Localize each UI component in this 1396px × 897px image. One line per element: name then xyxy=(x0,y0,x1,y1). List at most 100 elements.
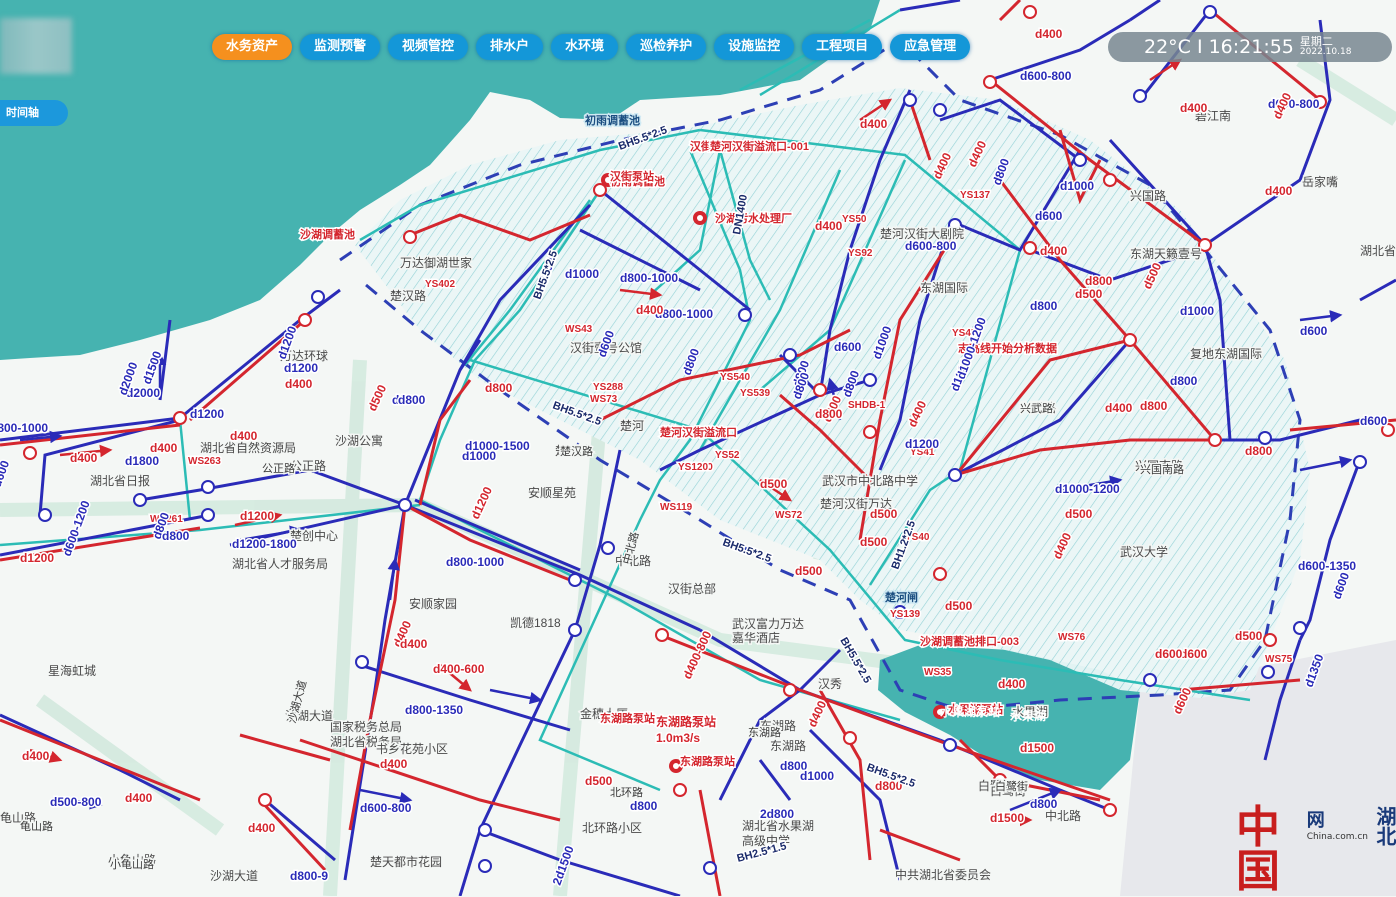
temperature: 22°C xyxy=(1144,36,1191,58)
timeline-button[interactable]: 时间轴 xyxy=(0,100,68,126)
nav-button-4[interactable]: 水环境 xyxy=(551,34,619,60)
blue-pipe-label: d1200 xyxy=(284,361,318,375)
nav-button-0[interactable]: 水务资产 xyxy=(212,34,293,60)
red-pipe-label: d500 xyxy=(1065,507,1093,521)
china-com-cn-watermark: 中国 网 China.com.cn 湖北 xyxy=(1236,806,1396,894)
street-label: 白鹭街 xyxy=(995,779,1028,793)
red-pipe-label: d400 xyxy=(860,117,888,131)
blue-pipe-label: d800 xyxy=(398,393,426,407)
nav-button-5[interactable]: 巡检养护 xyxy=(626,34,707,60)
facility-label: 沙湖调蓄池 xyxy=(300,227,355,241)
blue-pipe-label: d1000 xyxy=(565,267,599,281)
red-pipe-label: d400 xyxy=(1105,401,1133,415)
weekday: 星期二 xyxy=(1299,35,1333,48)
red-pipe-label: d1200 xyxy=(20,551,54,565)
place-label: 沙湖公寓 xyxy=(335,433,383,448)
blue-pipe-label: d1000 xyxy=(1180,304,1214,318)
nav-button-8[interactable]: 应急管理 xyxy=(890,34,971,60)
place-label: 楚河 xyxy=(620,419,644,433)
place-label: 北环路小区 xyxy=(582,820,642,835)
map-canvas[interactable]: 万达御湖世家汉街壹号公馆万达环球湖北省自然资源局 沙湖公寓公正路楚汉路楚汉路汉街总… xyxy=(0,0,1396,896)
app-logo xyxy=(0,18,72,74)
place-label: 武汉大学 xyxy=(1120,544,1168,559)
blue-pipe-label: d1200 xyxy=(905,437,939,451)
street-label: 兴武路 xyxy=(1020,402,1053,415)
red-pipe-label: d400 xyxy=(70,451,98,465)
red-pipe-label: d800 xyxy=(815,407,843,421)
red-pipe-label: d400 xyxy=(815,219,843,233)
node-code: YS139 xyxy=(890,609,920,620)
station-label: 东湖路泵站 xyxy=(656,714,716,729)
place-label: 星海虹城 xyxy=(48,663,96,678)
node-code: WS119 xyxy=(660,502,693,513)
station-flow: 1.0m3/s xyxy=(656,731,700,745)
blue-pipe-label: d600 xyxy=(834,340,862,354)
place-label: 安顺家园 xyxy=(409,596,457,611)
place-label: 楚创中心 xyxy=(290,528,338,543)
blue-pipe-label: d800 xyxy=(1030,797,1058,811)
place-label: 武汉富力万达 xyxy=(732,616,804,631)
red-pipe-label: d500 xyxy=(1235,629,1263,643)
node-code: YS288 xyxy=(593,382,623,393)
place-label: 沙湖大道 xyxy=(210,868,258,883)
node-code: YS540 xyxy=(720,372,750,383)
facility-label: 初雨调蓄池 xyxy=(585,113,640,127)
blue-pipe-label: d600-1350 xyxy=(1298,559,1356,573)
red-pipe-label: d400 xyxy=(125,791,153,805)
place-label: 书乡花苑小区 xyxy=(376,741,448,756)
place-label: 安顺星苑 xyxy=(528,485,576,500)
node-code: YS137 xyxy=(960,190,990,201)
lake-label: 水果湖 xyxy=(1010,708,1046,723)
plant-pin xyxy=(693,211,707,225)
place-label: 中共湖北省委员会 xyxy=(895,867,991,882)
separator: I xyxy=(1196,36,1203,58)
red-pipe-label: d400 xyxy=(1035,27,1063,41)
blue-pipe-label: d800-1000 xyxy=(0,421,48,435)
place-label: 楚天都市花园 xyxy=(370,854,442,869)
node-code: YS402 xyxy=(425,279,455,290)
red-pipe-label: d500 xyxy=(760,477,788,491)
red-pipe-label: d400 xyxy=(248,821,276,835)
node-code: WS72 xyxy=(775,510,803,521)
street-label: 公正路 xyxy=(262,462,295,475)
blue-pipe-label: d1000-1500 xyxy=(465,439,530,453)
facility-label: 沙湖污水处理厂 xyxy=(715,211,792,225)
red-pipe-label: d600 xyxy=(1180,647,1208,661)
red-pipe-label: d500 xyxy=(860,535,888,549)
node-code: YS52 xyxy=(715,450,740,461)
blue-pipe-label: d600 xyxy=(1360,414,1388,428)
watermark-region: 湖北 xyxy=(1373,806,1396,846)
nav-button-6[interactable]: 设施监控 xyxy=(714,34,795,60)
blue-pipe-label: d600 xyxy=(1300,324,1328,338)
place-label: 万达御湖世家 xyxy=(400,255,472,270)
red-pipe-label: d1500 xyxy=(990,811,1024,825)
blue-pipe-label: d1200-1800 xyxy=(232,537,297,551)
nav-button-1[interactable]: 监测预警 xyxy=(300,34,381,60)
watermark-net: 网 xyxy=(1306,810,1325,831)
blue-pipe-label: d600 xyxy=(1035,209,1063,223)
nav-button-2[interactable]: 视频管控 xyxy=(388,34,469,60)
pump2-label: 水果湖泵站 xyxy=(940,704,1000,719)
node-code: WS35 xyxy=(924,667,952,678)
node-code: YS120 xyxy=(678,462,708,473)
place-label: 湖北省人才服务局 xyxy=(232,556,328,571)
node-code: YS539 xyxy=(740,388,770,399)
facility-label: 东湖路泵站 xyxy=(680,754,735,768)
facility-label: 楚河汉街溢流口-001 xyxy=(710,139,809,153)
red-pipe-label: d1200 xyxy=(240,509,274,523)
red-pipe-label: d400 xyxy=(998,677,1026,691)
blue-pipe-label: d800 xyxy=(630,799,658,813)
nav-button-3[interactable]: 排水户 xyxy=(476,34,544,60)
red-pipe-label: d400 xyxy=(22,749,50,763)
blue-pipe-label: d800-1350 xyxy=(405,703,463,717)
clock-time: 16:21:55 xyxy=(1208,36,1294,58)
blue-pipe-label: d1000-1200 xyxy=(1055,482,1120,496)
street-label: 北环路 xyxy=(610,786,643,799)
red-pipe-label: d400 xyxy=(1180,101,1208,115)
watermark-url: China.com.cn xyxy=(1306,832,1368,842)
facility-label: 楚河汉街溢流口 xyxy=(660,425,737,439)
red-pipe-label: d600 xyxy=(1155,647,1183,661)
node-code: WS76 xyxy=(1058,632,1086,643)
nav-button-7[interactable]: 工程项目 xyxy=(802,34,883,60)
top-nav: 水务资产 监测预警 视频管控 排水户 水环境 巡检养护 设施监控 工程项目 应急管理 xyxy=(212,34,971,60)
